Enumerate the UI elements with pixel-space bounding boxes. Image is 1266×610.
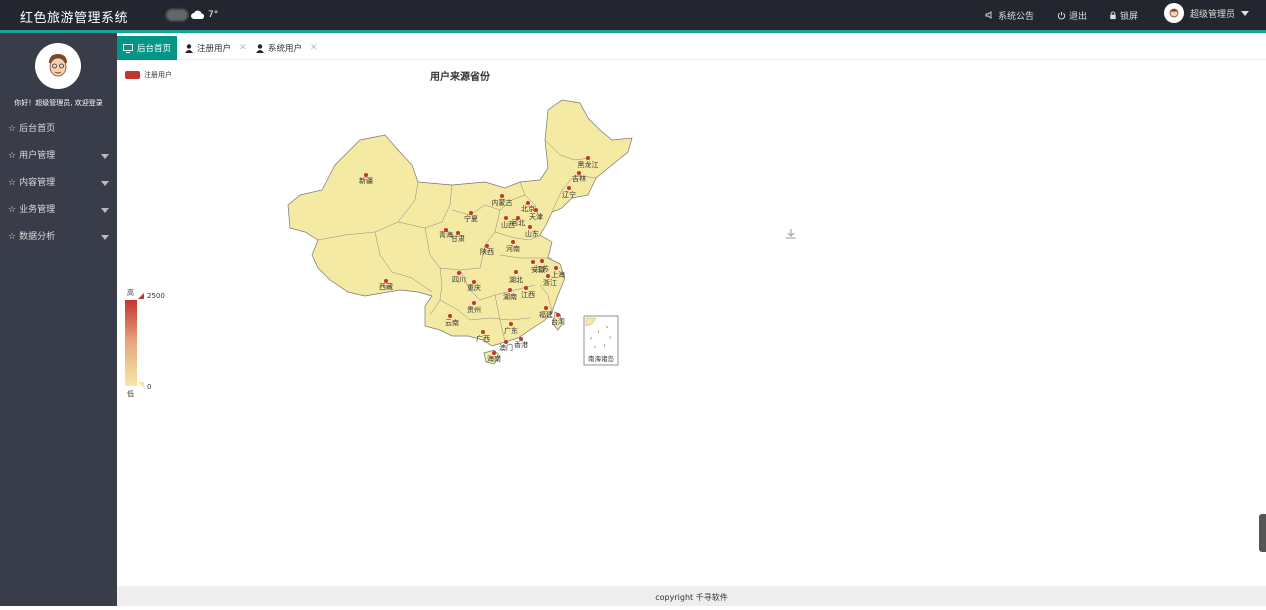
province-label: 湖南 xyxy=(503,292,517,301)
map-point[interactable] xyxy=(514,270,518,274)
map-point[interactable] xyxy=(500,194,504,198)
province-label: 台湾 xyxy=(551,317,565,326)
map-point[interactable] xyxy=(509,322,513,326)
copyright-text: copyright 千寻软件 xyxy=(655,593,728,602)
map-point[interactable] xyxy=(567,186,571,190)
map-point[interactable] xyxy=(586,156,590,160)
province-label: 天津 xyxy=(529,213,543,221)
map-point[interactable] xyxy=(544,306,548,310)
province-label: 湖北 xyxy=(509,275,523,284)
province-label: 黑龙江 xyxy=(578,160,599,169)
province-label: 浙江 xyxy=(543,278,557,287)
province-label: 新疆 xyxy=(359,176,373,185)
province-label: 上海 xyxy=(551,270,565,279)
province-label: 甘肃 xyxy=(451,234,465,243)
province-label: 香港 xyxy=(514,340,528,349)
visual-map[interactable]: 高 2500 0 低 xyxy=(124,288,165,400)
visual-map-gradient xyxy=(125,300,137,386)
province-label: 陕西 xyxy=(480,247,494,256)
province-label: 广西 xyxy=(476,334,490,343)
province-label: 北京 xyxy=(521,204,535,213)
visual-map-high-label: 高 xyxy=(127,289,134,297)
province-label: 河南 xyxy=(506,244,520,253)
province-label: 广东 xyxy=(504,326,518,335)
province-label: 澳门 xyxy=(499,343,513,352)
province-label: 山西 xyxy=(501,220,515,229)
south-china-sea-inset: 南海诸岛 xyxy=(583,315,619,366)
map-point[interactable] xyxy=(556,313,560,317)
province-label: 宁夏 xyxy=(464,214,478,223)
province-label: 云南 xyxy=(445,318,459,327)
province-label: 四川 xyxy=(452,276,466,284)
visual-map-min: 0 xyxy=(147,383,152,391)
map-point[interactable] xyxy=(508,288,512,292)
map-point[interactable] xyxy=(457,271,461,275)
side-handle[interactable] xyxy=(1259,514,1266,552)
map-point[interactable] xyxy=(511,240,515,244)
province-label: 江苏 xyxy=(535,264,549,273)
map-point[interactable] xyxy=(554,266,558,270)
province-label: 吉林 xyxy=(572,174,586,183)
download-icon[interactable] xyxy=(785,228,797,240)
map-landmass xyxy=(287,99,633,365)
visual-map-max: 2500 xyxy=(147,292,165,300)
map-point[interactable] xyxy=(472,301,476,305)
map-point[interactable] xyxy=(546,274,550,278)
province-label: 贵州 xyxy=(467,305,481,314)
visual-map-min-handle[interactable] xyxy=(138,382,144,388)
visual-map-max-handle[interactable] xyxy=(138,293,144,299)
china-map: 新疆西藏青海甘肃宁夏内蒙古黑龙江吉林辽宁北京天津河北山西山东陕西 河南四川重庆湖北… xyxy=(287,99,633,366)
province-label: 江西 xyxy=(521,291,535,299)
footer: copyright 千寻软件 xyxy=(117,586,1266,606)
province-label: 山东 xyxy=(525,229,539,238)
map-point[interactable] xyxy=(524,286,528,290)
province-label: 西藏 xyxy=(379,282,393,291)
province-label: 辽宁 xyxy=(562,190,576,199)
inset-label: 南海诸岛 xyxy=(588,354,614,363)
map-point[interactable] xyxy=(540,259,544,263)
province-label: 重庆 xyxy=(467,283,481,292)
province-label: 内蒙古 xyxy=(492,198,513,207)
map-point[interactable] xyxy=(531,260,535,264)
map-point[interactable] xyxy=(504,216,508,220)
visual-map-low-label: 低 xyxy=(127,390,134,398)
map-point[interactable] xyxy=(481,330,485,334)
map-point[interactable] xyxy=(528,225,532,229)
province-label: 海南 xyxy=(487,354,501,363)
map-point[interactable] xyxy=(448,314,452,318)
